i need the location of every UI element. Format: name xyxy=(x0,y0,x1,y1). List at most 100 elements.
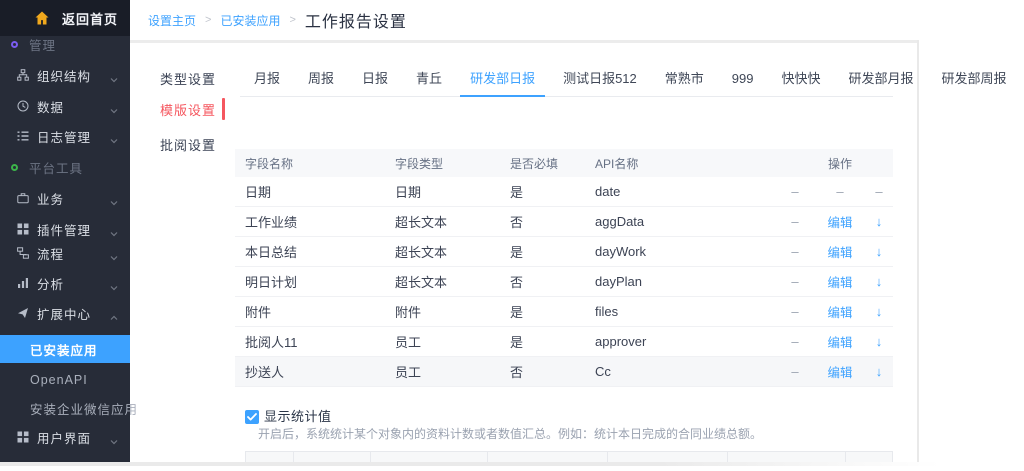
table-header-row: 字段名称字段类型是否必填API名称操作 xyxy=(235,149,893,177)
action-cell: 编辑 xyxy=(815,272,865,291)
empty-action: – xyxy=(836,184,843,199)
field-name-cell: 明日计划 xyxy=(235,272,385,291)
tab[interactable]: 研发部周报 xyxy=(928,62,1021,96)
arrow-down-icon[interactable]: ↓ xyxy=(876,274,883,289)
sidebar-item[interactable]: 已安装应用 xyxy=(0,335,130,363)
edit-button[interactable]: 编辑 xyxy=(827,216,852,230)
sidebar-item-label: 用户界面 xyxy=(37,428,91,447)
sidebar-item-label: 业务 xyxy=(37,189,64,208)
sidebar-item-label: 数据 xyxy=(37,97,64,116)
settings-menu-item[interactable]: 类型设置 xyxy=(160,67,226,89)
empty-action: – xyxy=(791,334,798,349)
action-cell: – xyxy=(775,334,815,349)
sidebar-item-label: 扩展中心 xyxy=(37,304,91,323)
sidebar-item[interactable]: 业务 xyxy=(0,184,130,212)
sidebar-item[interactable]: 数据 xyxy=(0,92,130,120)
chevron-down-icon xyxy=(110,102,118,110)
report-type-tabs: 月报周报日报青丘研发部日报测试日报512常熟市999快快快研发部月报研发部周报 xyxy=(240,62,893,97)
plugin-icon xyxy=(17,223,29,235)
sidebar-item[interactable]: 用户界面 xyxy=(0,423,130,451)
sidebar-item[interactable]: 扩展中心 xyxy=(0,299,130,327)
arrow-down-icon[interactable]: ↓ xyxy=(876,364,883,379)
edit-button[interactable]: 编辑 xyxy=(827,246,852,260)
arrow-down-icon[interactable]: ↓ xyxy=(876,334,883,349)
column-header: 操作 xyxy=(815,155,865,172)
tab[interactable]: 月报 xyxy=(240,62,294,96)
action-cell: ↓ xyxy=(865,364,893,379)
arrow-down-icon[interactable]: ↓ xyxy=(876,244,883,259)
arrow-down-icon[interactable]: ↓ xyxy=(876,304,883,319)
partial-table-column xyxy=(488,452,608,462)
field-name-cell: 附件 xyxy=(235,302,385,321)
column-header: API名称 xyxy=(585,155,775,172)
briefcase-icon xyxy=(17,192,29,204)
header-divider xyxy=(130,40,918,43)
show-stats-description: 开启后，系统统计某个对象内的资料计数或者数值汇总。例如：统计本日完成的合同业绩总… xyxy=(258,425,762,442)
tab[interactable]: 研发部日报 xyxy=(456,62,549,96)
sidebar-item[interactable]: 安装企业微信应用 xyxy=(0,394,130,422)
action-cell: ↓ xyxy=(865,334,893,349)
edit-button[interactable]: 编辑 xyxy=(827,336,852,350)
action-cell: – xyxy=(775,214,815,229)
chevron-down-icon xyxy=(110,249,118,257)
table-row: 明日计划超长文本否dayPlan–编辑↓ xyxy=(235,267,893,297)
partial-table xyxy=(245,451,893,462)
sidebar-item-label: 日志管理 xyxy=(37,127,91,146)
chart-icon xyxy=(17,277,29,289)
tab[interactable]: 999 xyxy=(718,62,768,96)
home-icon xyxy=(34,10,50,26)
field-type-cell: 员工 xyxy=(385,332,500,351)
tab[interactable]: 常熟市 xyxy=(651,62,718,96)
settings-menu-item[interactable]: 模版设置 xyxy=(160,98,226,120)
settings-menu-item[interactable]: 批阅设置 xyxy=(160,133,226,155)
action-cell: 编辑 xyxy=(815,302,865,321)
edit-button[interactable]: 编辑 xyxy=(827,306,852,320)
tab[interactable]: 快快快 xyxy=(768,62,835,96)
field-name-cell: 工作业绩 xyxy=(235,212,385,231)
api-name-cell: dayWork xyxy=(585,244,775,259)
tab[interactable]: 周报 xyxy=(294,62,348,96)
sidebar-item[interactable]: 日志管理 xyxy=(0,122,130,150)
action-cell: ↓ xyxy=(865,304,893,319)
breadcrumb-link[interactable]: 设置主页 xyxy=(148,12,196,29)
empty-action: – xyxy=(791,244,798,259)
list-icon xyxy=(17,130,29,142)
edit-button[interactable]: 编辑 xyxy=(827,276,852,290)
sidebar-item-label: 安装企业微信应用 xyxy=(30,399,138,418)
action-cell: ↓ xyxy=(865,214,893,229)
ui-icon xyxy=(17,431,29,443)
required-cell: 是 xyxy=(500,332,585,351)
column-header: 字段名称 xyxy=(235,155,385,172)
sidebar-item: 管理 xyxy=(0,30,130,58)
arrow-down-icon[interactable]: ↓ xyxy=(876,214,883,229)
breadcrumb-link[interactable]: 已安装应用 xyxy=(220,12,280,29)
page: 返回首页 管理组织结构数据日志管理平台工具业务插件管理流程分析扩展中心已安装应用… xyxy=(0,0,1024,471)
check-icon xyxy=(247,413,257,421)
sidebar-item-label: 组织结构 xyxy=(37,66,91,85)
action-cell: – xyxy=(775,244,815,259)
sidebar-item[interactable]: 组织结构 xyxy=(0,61,130,89)
field-type-cell: 员工 xyxy=(385,362,500,381)
field-type-cell: 超长文本 xyxy=(385,212,500,231)
tab[interactable]: 青丘 xyxy=(402,62,456,96)
sidebar-item-label: 平台工具 xyxy=(29,158,83,177)
empty-action: – xyxy=(791,364,798,379)
column-header: 字段类型 xyxy=(385,155,500,172)
edit-button[interactable]: 编辑 xyxy=(827,366,852,380)
tab[interactable]: 测试日报512 xyxy=(549,62,651,96)
action-cell: – xyxy=(775,304,815,319)
table-row: 批阅人11员工是approver–编辑↓ xyxy=(235,327,893,357)
sidebar-item[interactable]: OpenAPI xyxy=(0,366,130,394)
sidebar-item[interactable]: 流程 xyxy=(0,239,130,267)
tab[interactable]: 研发部月报 xyxy=(835,62,928,96)
show-stats-checkbox[interactable] xyxy=(245,410,259,424)
empty-action: – xyxy=(791,214,798,229)
table-row: 日期日期是date––– xyxy=(235,177,893,207)
chevron-down-icon xyxy=(110,132,118,140)
partial-table-column xyxy=(608,452,728,462)
tab[interactable]: 日报 xyxy=(348,62,402,96)
show-stats-label[interactable]: 显示统计值 xyxy=(264,410,332,424)
sidebar-item[interactable]: 分析 xyxy=(0,269,130,297)
partial-table-column xyxy=(294,452,371,462)
sidebar-item: 平台工具 xyxy=(0,153,130,181)
